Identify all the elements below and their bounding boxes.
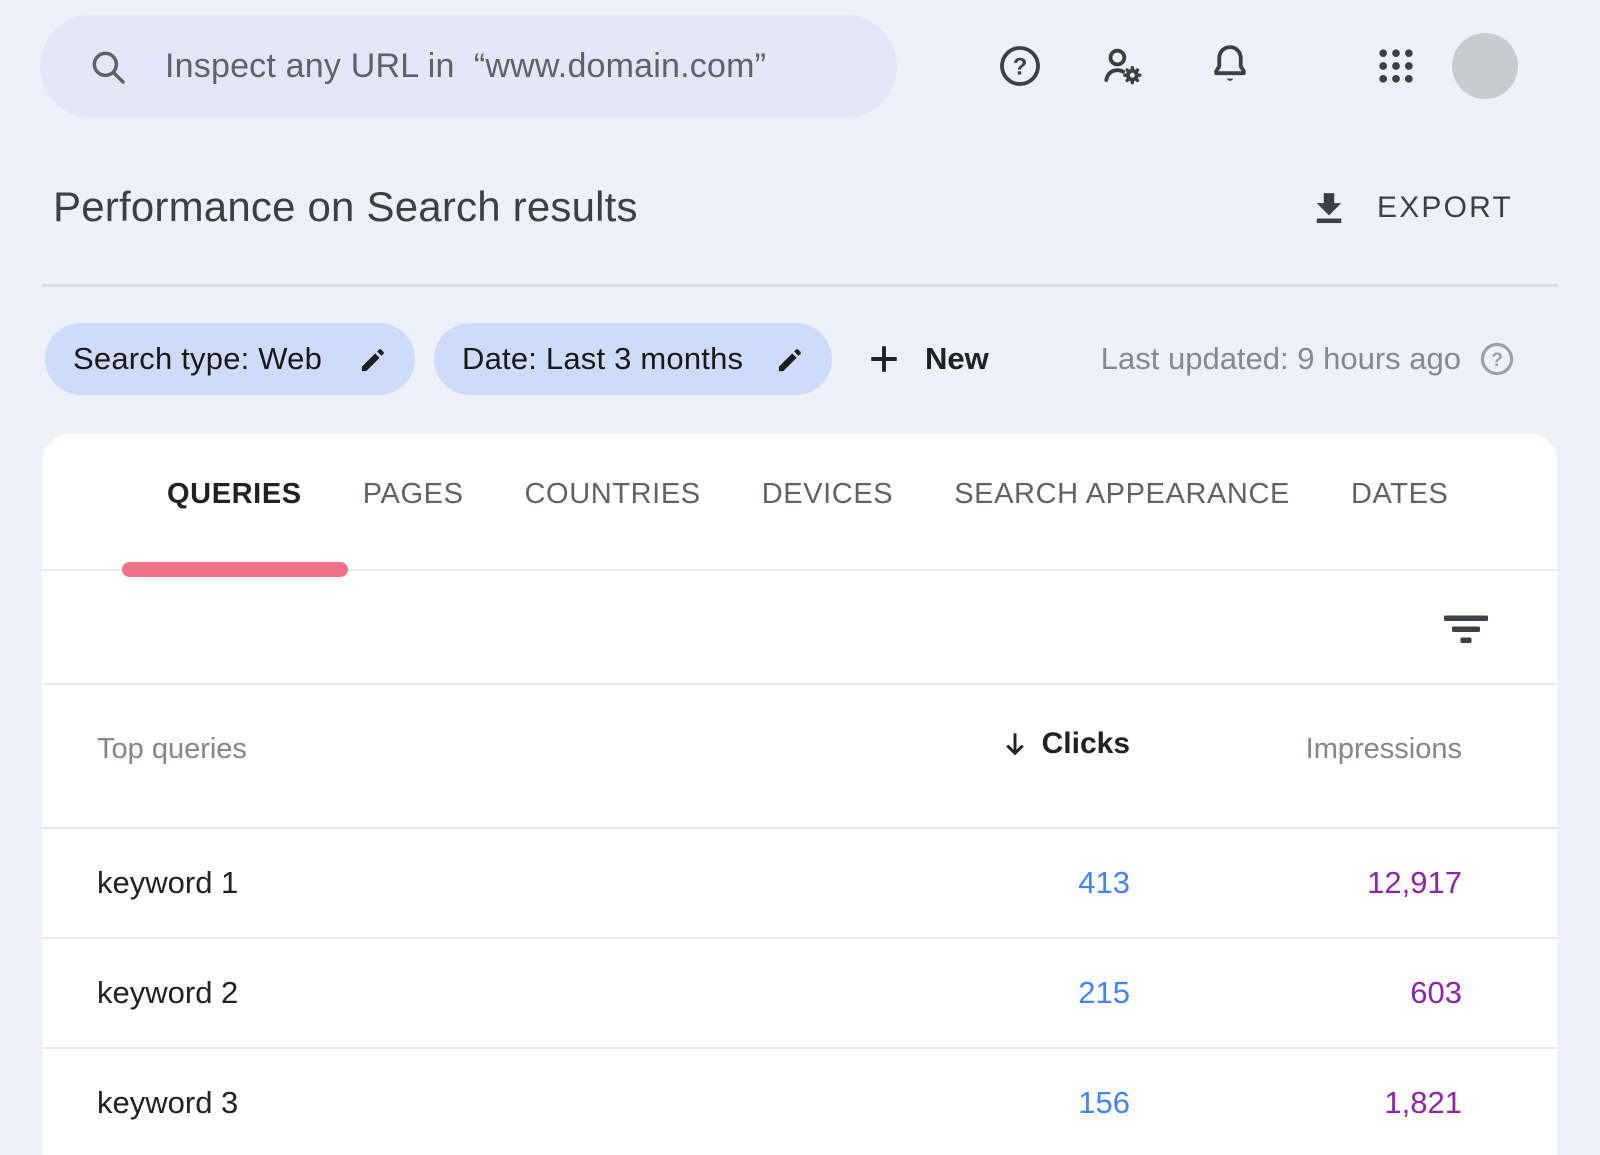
edit-pencil-icon — [358, 344, 389, 375]
filter-list-icon — [1442, 612, 1490, 648]
svg-text:?: ? — [1491, 350, 1503, 371]
date-chip-label: Date: Last 3 months — [462, 341, 743, 377]
table-row[interactable]: keyword 1 413 12,917 — [42, 829, 1558, 939]
tab-pages[interactable]: PAGES — [363, 475, 464, 513]
new-button-label: New — [925, 341, 989, 377]
search-placeholder: Inspect any URL in “www.domain.com” — [165, 47, 766, 86]
plus-icon — [866, 341, 902, 377]
help-icon: ? — [997, 43, 1043, 89]
search-console-performance-screen: Inspect any URL in “www.domain.com” ? — [0, 0, 1600, 1155]
settings-button[interactable] — [1098, 42, 1146, 90]
help-button[interactable]: ? — [996, 42, 1044, 90]
impressions-cell: 12,917 — [1367, 865, 1462, 901]
query-table-body: keyword 1 413 12,917 keyword 2 215 603 k… — [42, 829, 1558, 1155]
search-type-filter-chip[interactable]: Search type: Web — [45, 323, 415, 395]
tab-queries[interactable]: QUERIES — [167, 475, 302, 513]
apps-grid-icon — [1374, 44, 1418, 88]
query-cell: keyword 1 — [97, 865, 238, 901]
search-icon — [87, 46, 129, 88]
column-header-top-queries: Top queries — [97, 733, 247, 766]
notifications-button[interactable] — [1206, 40, 1254, 88]
column-header-clicks[interactable]: Clicks — [999, 727, 1130, 761]
avatar[interactable] — [1452, 33, 1518, 99]
tab-countries[interactable]: COUNTRIES — [525, 475, 701, 513]
edit-pencil-icon — [775, 344, 806, 375]
table-top-divider — [42, 683, 1558, 685]
header-divider — [42, 284, 1558, 287]
impressions-cell: 603 — [1410, 975, 1462, 1011]
table-row[interactable]: keyword 2 215 603 — [42, 939, 1558, 1049]
tab-dates[interactable]: DATES — [1351, 475, 1449, 513]
performance-report-card: QUERIES PAGES COUNTRIES DEVICES SEARCH A… — [42, 433, 1558, 1155]
table-row[interactable]: keyword 3 156 1,821 — [42, 1049, 1558, 1155]
clicks-cell: 413 — [1078, 865, 1130, 901]
active-tab-underline — [122, 562, 348, 577]
column-header-impressions[interactable]: Impressions — [1306, 733, 1462, 766]
clicks-header-label: Clicks — [1042, 727, 1130, 761]
page-title: Performance on Search results — [53, 183, 638, 231]
export-label: EXPORT — [1377, 191, 1513, 225]
filter-table-button[interactable] — [1442, 612, 1490, 648]
last-updated-text: Last updated: 9 hours ago — [1101, 341, 1461, 377]
svg-text:?: ? — [1013, 53, 1028, 80]
query-cell: keyword 3 — [97, 1085, 238, 1121]
help-outline-icon[interactable]: ? — [1478, 340, 1516, 378]
sort-arrow-down-icon — [999, 728, 1031, 760]
new-filter-button[interactable]: New — [866, 331, 989, 387]
dimension-tabs: QUERIES PAGES COUNTRIES DEVICES SEARCH A… — [167, 475, 1449, 513]
search-type-chip-label: Search type: Web — [73, 341, 322, 377]
tab-search-appearance[interactable]: SEARCH APPEARANCE — [954, 475, 1290, 513]
date-filter-chip[interactable]: Date: Last 3 months — [434, 323, 832, 395]
apps-grid-button[interactable] — [1372, 42, 1420, 90]
query-cell: keyword 2 — [97, 975, 238, 1011]
manage-account-icon — [1099, 43, 1145, 89]
impressions-cell: 1,821 — [1384, 1085, 1462, 1121]
export-button[interactable]: EXPORT — [1308, 183, 1513, 233]
tab-devices[interactable]: DEVICES — [762, 475, 894, 513]
url-inspect-search-input[interactable]: Inspect any URL in “www.domain.com” — [40, 15, 897, 118]
download-icon — [1308, 187, 1350, 229]
clicks-cell: 215 — [1078, 975, 1130, 1011]
clicks-cell: 156 — [1078, 1085, 1130, 1121]
notifications-icon — [1207, 41, 1253, 87]
last-updated: Last updated: 9 hours ago ? — [1101, 334, 1516, 384]
